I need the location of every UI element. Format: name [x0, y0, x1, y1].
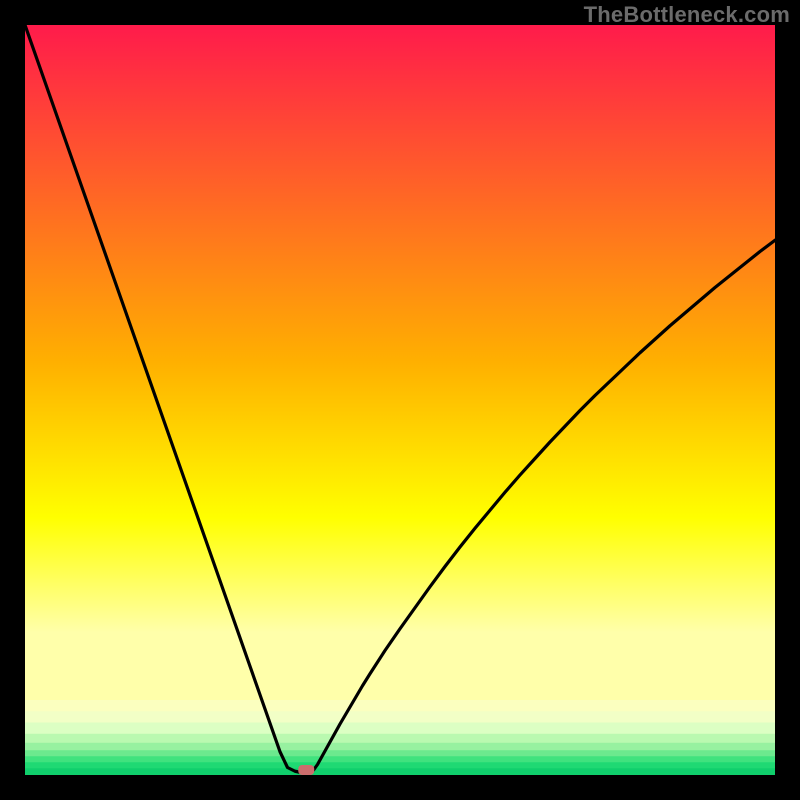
optimal-point-marker — [298, 765, 314, 775]
plot-area — [25, 25, 775, 775]
chart-background — [25, 25, 775, 775]
chart-svg — [25, 25, 775, 775]
chart-outer-frame: TheBottleneck.com — [0, 0, 800, 800]
